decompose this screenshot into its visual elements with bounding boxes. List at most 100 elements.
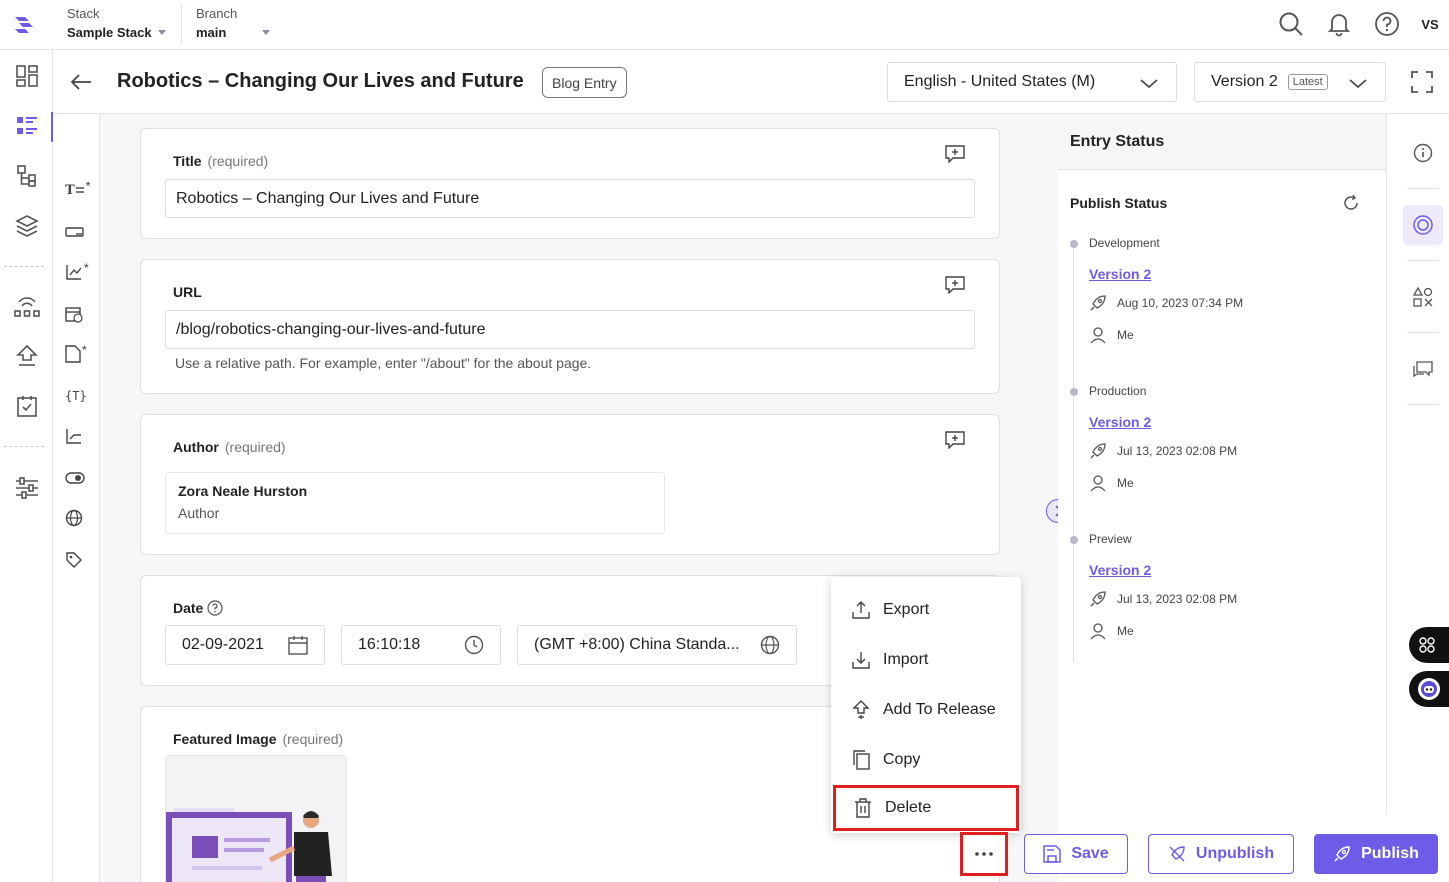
apps-launcher-button[interactable] [1409, 627, 1449, 663]
tasks-icon[interactable] [0, 388, 53, 424]
environment-production: Production Version 2 Jul 13, 2023 02:08 … [1058, 384, 1387, 524]
toggle-field-icon[interactable] [65, 466, 95, 490]
rocket-icon [1090, 443, 1106, 459]
menu-item-import[interactable]: Import [831, 637, 1021, 683]
featured-image-thumbnail[interactable] [165, 755, 347, 882]
version-select[interactable]: Version 2 Latest [1194, 62, 1386, 102]
publish-button[interactable]: Publish [1314, 834, 1438, 874]
branch-value: main [196, 25, 227, 40]
bell-icon[interactable] [1315, 6, 1363, 42]
tag-field-icon[interactable] [65, 548, 95, 572]
menu-item-delete[interactable]: Delete [833, 785, 1019, 831]
import-icon [852, 652, 870, 669]
timeline-dot [1070, 388, 1078, 396]
add-comment-icon[interactable] [945, 431, 965, 449]
field-label: Date [173, 600, 223, 616]
comments-icon[interactable] [1403, 349, 1443, 389]
assistant-button[interactable] [1409, 671, 1449, 707]
url-help-text: Use a relative path. For example, enter … [175, 355, 592, 371]
entry-status-icon[interactable] [1403, 205, 1443, 245]
contentstack-logo-icon[interactable] [12, 11, 38, 37]
shapes-icon[interactable] [1403, 277, 1443, 317]
content-type-badge[interactable]: Blog Entry [542, 67, 627, 98]
publish-date: Aug 10, 2023 07:34 PM [1089, 294, 1243, 312]
add-comment-icon[interactable] [945, 276, 965, 294]
publish-status-heading: Publish Status [1070, 195, 1168, 211]
link-field-icon[interactable] [65, 220, 95, 244]
divider [181, 4, 182, 44]
version-link[interactable]: Version 2 [1089, 562, 1151, 578]
version-link[interactable]: Version 2 [1089, 414, 1151, 430]
timezone-value: (GMT +8:00) China Standa... [534, 636, 740, 653]
deploy-icon[interactable] [0, 338, 53, 374]
field-icon-rail: T * * * {T} [53, 114, 100, 882]
save-button[interactable]: Save [1024, 834, 1128, 874]
required-text: (required) [207, 153, 269, 169]
bot-icon [1418, 678, 1440, 700]
globe-icon [760, 635, 780, 655]
menu-item-label: Copy [883, 751, 921, 768]
date-text: Aug 10, 2023 07:34 PM [1117, 296, 1244, 310]
language-select[interactable]: English - United States (M) [887, 62, 1177, 102]
published-by: Me [1089, 326, 1134, 344]
json-field-icon[interactable]: {T} [65, 384, 95, 408]
stack-selector[interactable]: Stack Sample Stack [67, 6, 166, 40]
menu-item-export[interactable]: Export [831, 587, 1021, 633]
unpublish-button[interactable]: Unpublish [1148, 834, 1294, 874]
timezone-select[interactable]: (GMT +8:00) China Standa... [517, 625, 797, 665]
field-label: Author (required) [173, 439, 286, 455]
author-name: Zora Neale Hurston [178, 483, 308, 499]
date-field-icon[interactable] [65, 302, 95, 326]
author-label: Author [173, 439, 219, 455]
date-picker[interactable]: 02-09-2021 [165, 625, 325, 665]
menu-item-add-to-release[interactable]: Add To Release [831, 687, 1021, 733]
field-label: Title (required) [173, 153, 268, 169]
settings-sliders-icon[interactable] [0, 470, 53, 506]
publish-label: Publish [1361, 845, 1419, 862]
reference-field-icon[interactable]: * [65, 260, 95, 284]
file-field-icon[interactable]: * [65, 342, 95, 366]
back-arrow-icon[interactable] [69, 70, 93, 94]
stack-value: Sample Stack [67, 25, 152, 40]
menu-item-label: Delete [885, 799, 932, 816]
chevron-down-icon [1140, 79, 1158, 89]
branch-selector[interactable]: Branch main [196, 6, 237, 40]
trash-icon [855, 798, 871, 818]
more-actions-button[interactable] [960, 832, 1008, 876]
branch-label: Branch [196, 6, 238, 21]
time-picker[interactable]: 16:10:18 [341, 625, 501, 665]
version-value: Version 2 [1211, 73, 1278, 90]
stack-label: Stack [67, 6, 100, 21]
assets-icon[interactable] [0, 208, 53, 244]
author-reference-card[interactable]: Zora Neale Hurston Author [165, 472, 665, 534]
title-input[interactable]: Robotics – Changing Our Lives and Future [165, 179, 975, 218]
refresh-icon[interactable] [1342, 194, 1360, 212]
chevron-down-icon[interactable] [262, 30, 270, 35]
divider [1407, 332, 1439, 333]
url-input[interactable]: /blog/robotics-changing-our-lives-and-fu… [165, 310, 975, 349]
globe-field-icon[interactable] [65, 506, 95, 530]
text-field-icon[interactable]: T * [65, 178, 95, 202]
fullscreen-icon[interactable] [1411, 71, 1433, 93]
language-value: English - United States (M) [904, 73, 1096, 90]
webhooks-icon[interactable] [0, 288, 53, 324]
user-avatar[interactable]: VS [1411, 6, 1449, 42]
add-comment-icon[interactable] [945, 145, 965, 163]
more-actions-menu: Export Import Add To Release Copy Delete [831, 577, 1021, 833]
user-name: Me [1117, 624, 1134, 638]
release-icon [852, 700, 870, 719]
help-icon[interactable] [1363, 6, 1411, 42]
date-label: Date [173, 600, 204, 616]
field-label: Featured Image (required) [173, 731, 343, 747]
divider [1407, 404, 1439, 405]
dashboard-icon[interactable] [0, 58, 53, 94]
menu-item-copy[interactable]: Copy [831, 737, 1021, 783]
entries-icon[interactable] [0, 108, 53, 144]
version-link[interactable]: Version 2 [1089, 266, 1151, 282]
info-icon[interactable] [1403, 133, 1443, 173]
url-label: URL [173, 284, 202, 300]
user-name: Me [1117, 328, 1134, 342]
content-models-icon[interactable] [0, 158, 53, 194]
search-icon[interactable] [1267, 6, 1315, 42]
chart-field-icon[interactable] [65, 424, 95, 448]
